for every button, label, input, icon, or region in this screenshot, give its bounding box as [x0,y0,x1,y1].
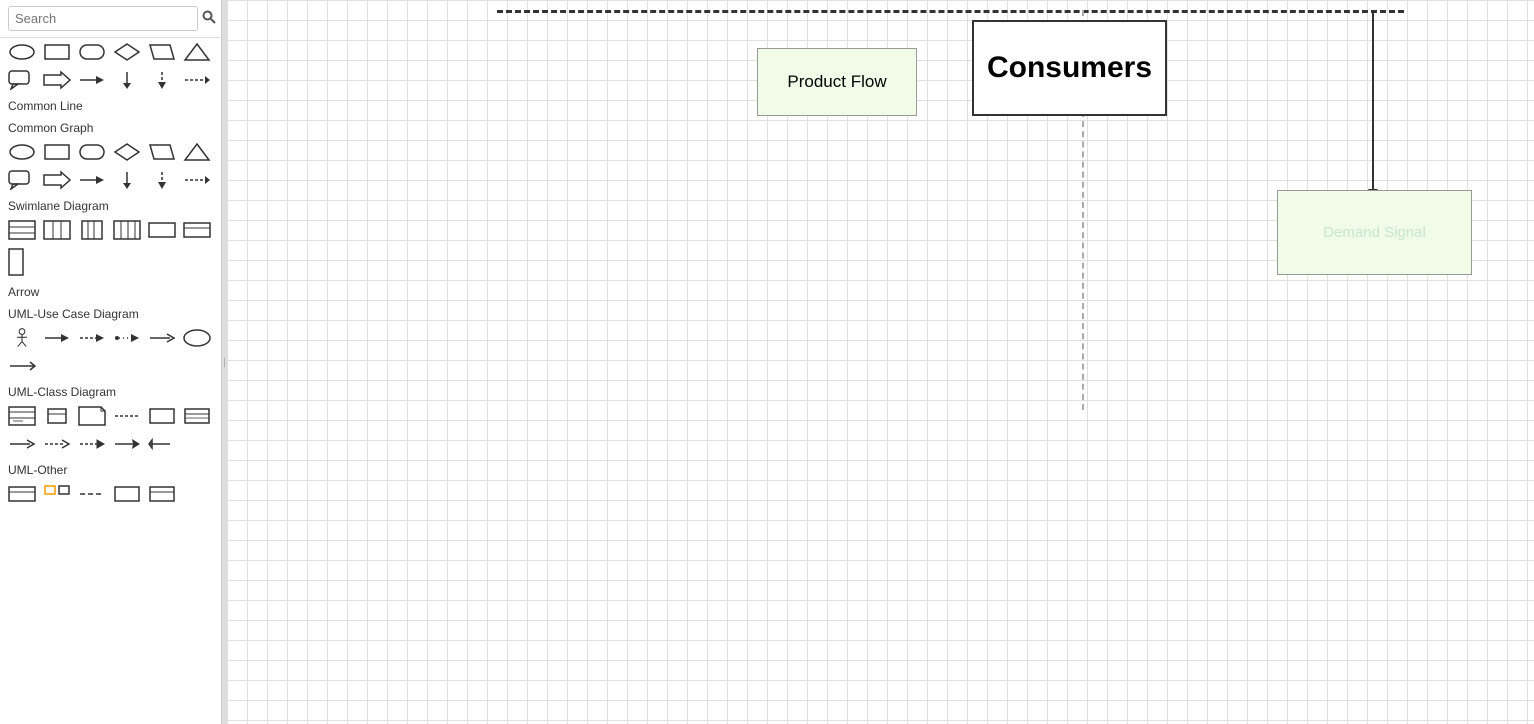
shape-class-small[interactable] [41,404,73,428]
shape-plain-line[interactable] [6,354,38,378]
top-shapes-row [0,38,221,66]
search-input[interactable] [8,6,198,31]
shape-swimlane-label[interactable] [181,218,213,242]
sidebar: Common Line Common Graph [0,0,222,724]
shape-parallelogram[interactable] [146,40,178,64]
shape-uml-dot-arrow[interactable] [111,326,143,350]
shape-other4[interactable] [111,482,143,506]
shape-swimlane-narrow[interactable] [76,218,108,242]
shape-ellipse2[interactable] [6,140,38,164]
shape-arrow-right[interactable] [76,68,108,92]
section-swimlane: Swimlane Diagram [0,194,221,216]
shape-tall-box[interactable] [6,246,26,278]
section-uml-class: UML-Class Diagram [0,380,221,402]
search-bar [0,0,221,38]
node-demand-signal[interactable]: Demand Signal [1277,190,1472,275]
shape-triangle2[interactable] [181,140,213,164]
section-common-line: Common Line [0,94,221,116]
node-product-flow[interactable]: Product Flow [757,48,917,116]
shape-arrow-filled2[interactable] [41,168,73,192]
common-graph-shapes [0,138,221,166]
consumers-label: Consumers [987,51,1152,85]
shape-bubble2[interactable] [6,168,38,192]
uml-class-shapes [0,402,221,430]
section-uml-use-case: UML-Use Case Diagram [0,302,221,324]
shape-arrow-right-filled[interactable] [41,68,73,92]
swimlane-shapes [0,216,221,244]
uml-class-shapes-2 [0,430,221,458]
shapes-row-2 [0,66,221,94]
shape-dashed-down2[interactable] [146,168,178,192]
swimlane-shapes-2 [0,244,221,280]
section-common-graph: Common Graph [0,116,221,138]
shape-arrow-down2[interactable] [111,168,143,192]
node-consumers[interactable]: Consumers [972,20,1167,116]
shape-uml-dashed-arrow[interactable] [76,326,108,350]
search-button[interactable] [202,10,216,28]
shape-ellipse[interactable] [6,40,38,64]
shape-class-arrow2[interactable] [41,432,73,456]
shape-class-labeled[interactable] [181,404,213,428]
shape-dashed-arrow-down[interactable] [146,68,178,92]
shape-triangle[interactable] [181,40,213,64]
shape-use-case-oval[interactable] [181,326,213,350]
shape-class-arrow1[interactable] [6,432,38,456]
shape-dashed2[interactable] [181,168,213,192]
canvas-area[interactable]: Product Flow Consumers Demand Signal [227,0,1534,724]
shape-swimlane-v[interactable] [41,218,73,242]
shape-other5[interactable] [146,482,178,506]
shape-diamond2[interactable] [111,140,143,164]
common-graph-shapes-2 [0,166,221,194]
shape-rounded-rect[interactable] [76,40,108,64]
shape-swimlane-wide[interactable] [146,218,178,242]
shape-speech-bubble[interactable] [6,68,38,92]
section-uml-other: UML-Other [0,458,221,480]
arrow-down-line [1372,10,1374,190]
section-arrow: Arrow [0,280,221,302]
shape-actor[interactable] [6,326,38,350]
uml-use-case-shapes [0,324,221,352]
shape-other1[interactable] [6,482,38,506]
dashed-top-line [497,10,1404,13]
product-flow-label: Product Flow [787,72,886,92]
uml-use-case-shapes-2 [0,352,221,380]
shape-class-rect[interactable] [146,404,178,428]
demand-signal-label: Demand Signal [1323,224,1426,241]
shape-class-dashed[interactable] [111,404,143,428]
shape-class-arrow4[interactable] [111,432,143,456]
shape-rounded2[interactable] [76,140,108,164]
shape-uml-arrow[interactable] [41,326,73,350]
shape-arrow-down[interactable] [111,68,143,92]
shape-other3[interactable] [76,482,108,506]
shape-diamond[interactable] [111,40,143,64]
shape-swimlane-h[interactable] [6,218,38,242]
shape-rect2[interactable] [41,140,73,164]
shape-swimlane-triple[interactable] [111,218,143,242]
shape-arrow-line2[interactable] [76,168,108,192]
shape-class-box[interactable] [6,404,38,428]
shape-uml-line-arrow[interactable] [146,326,178,350]
shape-class-arrow5[interactable] [146,432,178,456]
shape-other2[interactable] [41,482,73,506]
uml-other-shapes [0,480,221,508]
shape-class-note[interactable] [76,404,108,428]
shape-dashed-line[interactable] [181,68,213,92]
shape-parallelogram2[interactable] [146,140,178,164]
shape-rectangle[interactable] [41,40,73,64]
shape-class-arrow3[interactable] [76,432,108,456]
